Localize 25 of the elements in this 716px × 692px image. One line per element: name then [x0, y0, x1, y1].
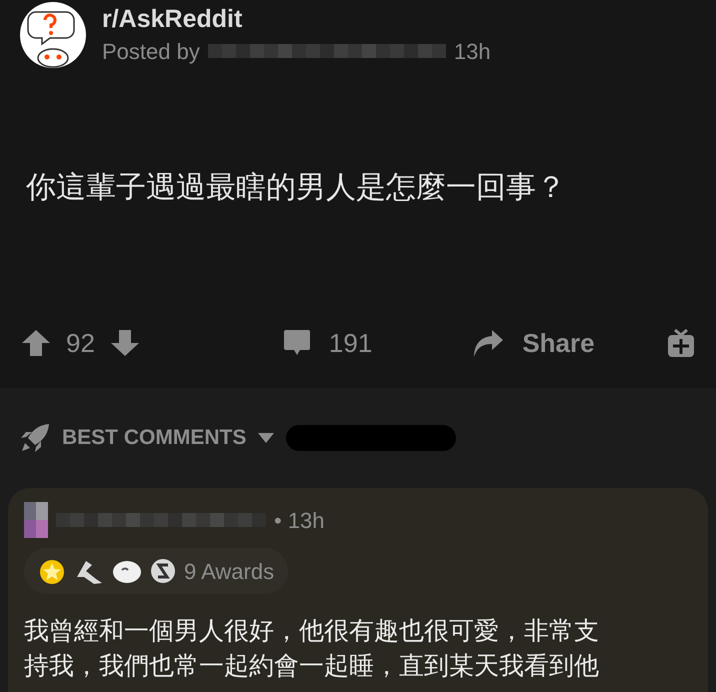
- rocket-icon[interactable]: [20, 423, 50, 453]
- comment-text-line: 持我，我們也常一起約會一起睡，直到某天我看到他: [24, 651, 600, 682]
- sort-dropdown[interactable]: BEST COMMENTS: [62, 422, 274, 454]
- comment-text-line: 我曾經和一個男人很好，他很有趣也很可愛，非常支: [24, 616, 600, 647]
- subreddit-name[interactable]: r/AskReddit: [102, 2, 491, 34]
- star-award-icon: [38, 557, 66, 585]
- awards-count: 9 Awards: [184, 558, 274, 586]
- comment-time: • 13h: [274, 506, 325, 534]
- vote-score: 92: [66, 326, 95, 360]
- post-title: 你這輩子遇過最瞎的男人是怎麼一回事？: [25, 170, 567, 206]
- face-award-icon: [112, 558, 142, 584]
- posted-by-label: Posted by: [102, 38, 200, 66]
- coin-award-icon: [150, 557, 176, 585]
- subreddit-avatar-icon: [20, 2, 86, 68]
- upvote-icon[interactable]: [22, 330, 50, 356]
- caret-icon: [258, 433, 274, 443]
- gift-icon[interactable]: [668, 329, 694, 357]
- downvote-icon[interactable]: [110, 330, 139, 356]
- awards-pill[interactable]: 9 Awards: [24, 548, 288, 594]
- share-button[interactable]: Share: [522, 324, 595, 362]
- post-time: 13h: [454, 38, 491, 66]
- share-icon: [472, 328, 504, 358]
- blurred-avatar: [24, 502, 48, 538]
- comment-count: 191: [328, 326, 372, 360]
- comment-icon[interactable]: [282, 329, 311, 357]
